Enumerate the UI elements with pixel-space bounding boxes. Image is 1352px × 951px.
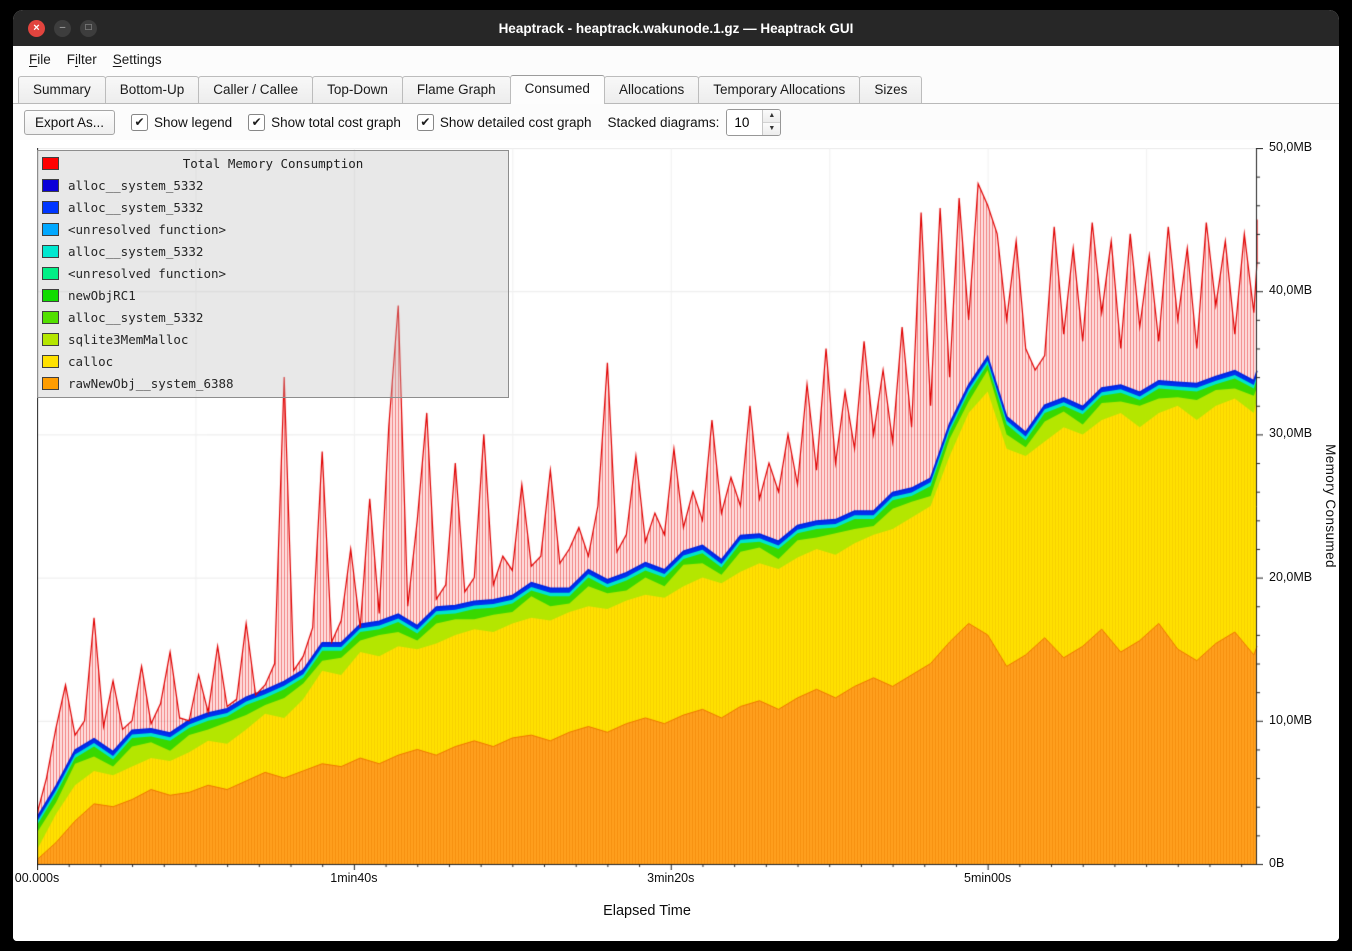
checkbox-box[interactable]: ✔ [131, 114, 148, 131]
y-tick-label: 40,0MB [1269, 283, 1312, 297]
tab-summary[interactable]: Summary [18, 76, 106, 103]
checkbox-label: Show detailed cost graph [440, 115, 592, 130]
checkbox-show-detailed-cost-graph[interactable]: ✔ Show detailed cost graph [417, 114, 592, 131]
stacked-diagrams-input[interactable] [727, 110, 762, 135]
spin-up-icon[interactable]: ▲ [763, 110, 780, 123]
tab-temporary-allocations[interactable]: Temporary Allocations [698, 76, 860, 103]
legend-swatch [42, 333, 59, 346]
legend-title: Total Memory Consumption [38, 156, 508, 171]
legend-swatch [42, 179, 59, 192]
checkbox-show-legend[interactable]: ✔ Show legend [131, 114, 232, 131]
legend-item: alloc__system_5332 [38, 240, 508, 262]
legend-item: alloc__system_5332 [38, 174, 508, 196]
y-tick-label: 50,0MB [1269, 140, 1312, 154]
tab-consumed[interactable]: Consumed [510, 75, 605, 104]
stacked-diagrams-control: Stacked diagrams: ▲ ▼ [608, 109, 782, 136]
legend-title-row: Total Memory Consumption [38, 153, 508, 174]
legend-swatch [42, 223, 59, 236]
x-axis-title: Elapsed Time [603, 903, 691, 919]
legend-label: alloc__system_5332 [68, 178, 203, 193]
menu-item-filter[interactable]: Filter [59, 49, 105, 70]
maximize-button[interactable]: □ [80, 20, 97, 37]
menu-item-file[interactable]: File [21, 49, 59, 70]
close-button[interactable]: × [28, 20, 45, 37]
checkbox-label: Show legend [154, 115, 232, 130]
y-tick-label: 20,0MB [1269, 570, 1312, 584]
tab-top-down[interactable]: Top-Down [312, 76, 403, 103]
x-tick-label: 1min40s [330, 871, 377, 885]
checkbox-group: ✔ Show legend ✔ Show total cost graph ✔ Show … [131, 114, 592, 131]
tab-bar: SummaryBottom-UpCaller / CalleeTop-DownF… [13, 72, 1339, 104]
x-tick-label: 5min00s [964, 871, 1011, 885]
toolbar: Export As... ✔ Show legend ✔ Show total cos… [13, 104, 1339, 140]
checkbox-box[interactable]: ✔ [248, 114, 265, 131]
tab-bottom-up[interactable]: Bottom-Up [105, 76, 200, 103]
tab-caller-callee[interactable]: Caller / Callee [198, 76, 313, 103]
legend-label: <unresolved function> [68, 266, 226, 281]
window-title: Heaptrack - heaptrack.wakunode.1.gz — He… [13, 21, 1339, 36]
spinbox-arrows: ▲ ▼ [762, 110, 780, 135]
legend-swatch [42, 267, 59, 280]
legend-swatch [42, 311, 59, 324]
spin-down-icon[interactable]: ▼ [763, 123, 780, 135]
legend-item: <unresolved function> [38, 218, 508, 240]
legend-swatch [42, 377, 59, 390]
tab-flame-graph[interactable]: Flame Graph [402, 76, 511, 103]
minimize-button[interactable]: – [54, 20, 71, 37]
legend-swatch [42, 201, 59, 214]
legend-label: rawNewObj__system_6388 [68, 376, 234, 391]
legend-item: alloc__system_5332 [38, 306, 508, 328]
checkbox-show-total-cost-graph[interactable]: ✔ Show total cost graph [248, 114, 401, 131]
legend-item: newObjRC1 [38, 284, 508, 306]
legend-label: sqlite3MemMalloc [68, 332, 188, 347]
legend-label: calloc [68, 354, 113, 369]
menubar: FileFilterSettings [13, 46, 1339, 72]
titlebar: × – □ Heaptrack - heaptrack.wakunode.1.g… [13, 10, 1339, 46]
legend-label: newObjRC1 [68, 288, 136, 303]
legend-item: <unresolved function> [38, 262, 508, 284]
y-tick-label: 0B [1269, 856, 1284, 870]
legend-swatch [42, 355, 59, 368]
legend-label: alloc__system_5332 [68, 310, 203, 325]
legend-swatch-total [42, 157, 59, 170]
window-frame: × – □ Heaptrack - heaptrack.wakunode.1.g… [0, 0, 1352, 951]
x-tick-label: 00.000s [15, 871, 59, 885]
legend-label: <unresolved function> [68, 222, 226, 237]
checkbox-box[interactable]: ✔ [417, 114, 434, 131]
tab-allocations[interactable]: Allocations [604, 76, 699, 103]
x-tick-label: 3min20s [647, 871, 694, 885]
chart-legend: Total Memory Consumption alloc__system_53… [37, 150, 509, 398]
export-as-button[interactable]: Export As... [24, 110, 115, 135]
legend-label: alloc__system_5332 [68, 244, 203, 259]
legend-item: rawNewObj__system_6388 [38, 372, 508, 394]
y-tick-label: 30,0MB [1269, 426, 1312, 440]
stacked-diagrams-label: Stacked diagrams: [608, 115, 720, 130]
tab-sizes[interactable]: Sizes [859, 76, 922, 103]
stacked-diagrams-spinbox[interactable]: ▲ ▼ [726, 109, 781, 136]
checkbox-label: Show total cost graph [271, 115, 401, 130]
y-tick-label: 10,0MB [1269, 713, 1312, 727]
legend-label: alloc__system_5332 [68, 200, 203, 215]
window-controls: × – □ [28, 20, 97, 37]
application-window: × – □ Heaptrack - heaptrack.wakunode.1.g… [13, 10, 1339, 941]
y-axis-title: Memory Consumed [1323, 444, 1338, 568]
legend-swatch [42, 289, 59, 302]
legend-item: alloc__system_5332 [38, 196, 508, 218]
legend-swatch [42, 245, 59, 258]
legend-item: sqlite3MemMalloc [38, 328, 508, 350]
menu-item-settings[interactable]: Settings [105, 49, 170, 70]
legend-item: calloc [38, 350, 508, 372]
memory-consumption-chart: Total Memory Consumption alloc__system_53… [13, 140, 1339, 941]
